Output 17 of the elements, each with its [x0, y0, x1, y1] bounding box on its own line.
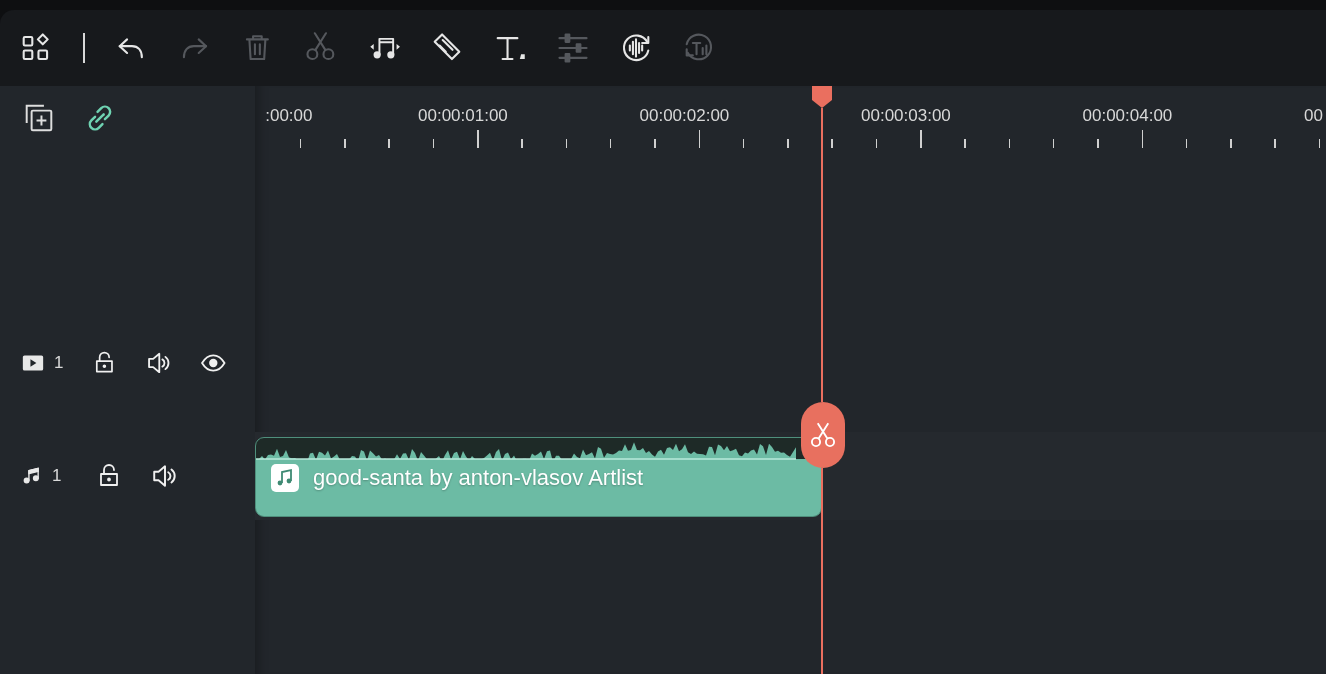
audio-clip[interactable]: good-santa by anton-vlasov Artlist — [255, 437, 822, 517]
time-label: :00:00 — [265, 106, 313, 126]
scissors-icon — [809, 421, 837, 449]
add-track-icon[interactable] — [23, 102, 55, 134]
video-track-icon — [22, 352, 44, 374]
music-note-icon — [271, 464, 299, 492]
time-label: 00 — [1304, 106, 1323, 126]
track-number: 1 — [54, 353, 64, 373]
clip-title: good-santa by anton-vlasov Artlist — [313, 465, 644, 491]
time-label: 00:00:04:00 — [1082, 106, 1173, 126]
split-button[interactable] — [801, 402, 845, 468]
time-label: 00:00:01:00 — [418, 106, 508, 126]
track-number: 1 — [52, 466, 62, 486]
time-label: 00:00:02:00 — [639, 106, 730, 126]
time-label: 00:00:03:00 — [861, 106, 951, 126]
audio-wave-refresh-icon[interactable] — [620, 32, 652, 64]
music-note-icon — [22, 466, 42, 486]
